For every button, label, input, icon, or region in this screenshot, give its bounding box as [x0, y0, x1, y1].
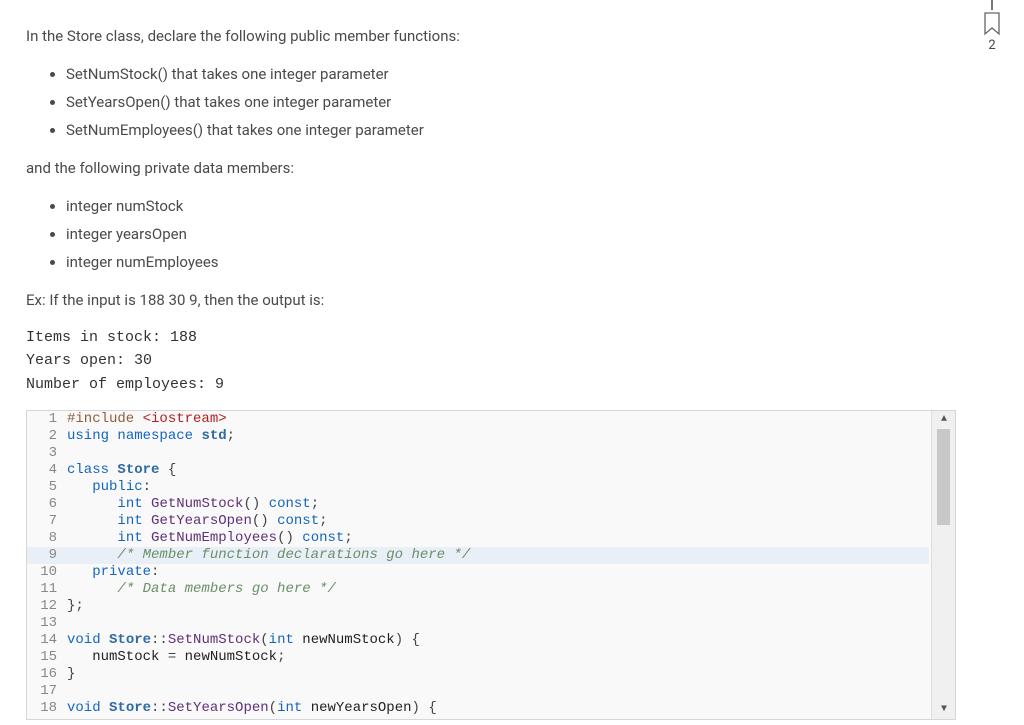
code-line[interactable]: 10 private:	[27, 564, 929, 581]
code-content[interactable]: numStock = newNumStock;	[63, 649, 285, 666]
bookmark-count: 2	[988, 38, 995, 53]
example-lead: Ex: If the input is 188 30 9, then the o…	[26, 288, 958, 312]
example-output: Items in stock: 188 Years open: 30 Numbe…	[26, 326, 958, 396]
line-number: 12	[27, 598, 63, 615]
code-line[interactable]: 7 int GetYearsOpen() const;	[27, 513, 929, 530]
scroll-up-arrow-icon[interactable]: ▲	[932, 411, 956, 429]
line-number: 14	[27, 632, 63, 649]
vertical-scrollbar[interactable]: ▲ ▼	[931, 411, 955, 719]
line-number: 9	[27, 547, 63, 564]
code-content[interactable]: /* Member function declarations go here …	[63, 547, 470, 564]
code-content[interactable]	[63, 683, 67, 700]
line-number: 16	[27, 666, 63, 683]
code-content[interactable]	[63, 445, 67, 462]
line-number: 5	[27, 479, 63, 496]
code-content[interactable]: int GetYearsOpen() const;	[63, 513, 328, 530]
code-line[interactable]: 2using namespace std;	[27, 428, 929, 445]
question-prompt: In the Store class, declare the followin…	[26, 24, 958, 396]
list-item: SetNumStock() that takes one integer par…	[66, 62, 958, 86]
scroll-thumb[interactable]	[937, 429, 950, 525]
bookmark-tick	[991, 0, 993, 10]
code-content[interactable]: private:	[63, 564, 159, 581]
line-number: 3	[27, 445, 63, 462]
list-item: integer numEmployees	[66, 250, 958, 274]
output-line: Items in stock: 188	[26, 326, 958, 349]
code-line[interactable]: 4class Store {	[27, 462, 929, 479]
code-content[interactable]: };	[63, 598, 84, 615]
bookmark-icon[interactable]	[982, 12, 1002, 36]
line-number: 2	[27, 428, 63, 445]
private-members-list: integer numStock integer yearsOpen integ…	[26, 194, 958, 274]
line-number: 11	[27, 581, 63, 598]
line-number: 15	[27, 649, 63, 666]
code-content[interactable]: }	[63, 666, 75, 683]
scroll-down-arrow-icon[interactable]: ▼	[932, 701, 956, 719]
bookmark-widget: 2	[978, 0, 1006, 53]
code-content[interactable]: /* Data members go here */	[63, 581, 336, 598]
code-content[interactable]: using namespace std;	[63, 428, 235, 445]
code-line[interactable]: 16}	[27, 666, 929, 683]
code-content[interactable]: class Store {	[63, 462, 176, 479]
code-line[interactable]: 17	[27, 683, 929, 700]
line-number: 13	[27, 615, 63, 632]
code-content[interactable]: #include <iostream>	[63, 411, 227, 428]
list-item: SetYearsOpen() that takes one integer pa…	[66, 90, 958, 114]
private-intro: and the following private data members:	[26, 156, 958, 180]
line-number: 18	[27, 700, 63, 717]
list-item: integer yearsOpen	[66, 222, 958, 246]
code-line[interactable]: 8 int GetNumEmployees() const;	[27, 530, 929, 547]
line-number: 17	[27, 683, 63, 700]
code-line[interactable]: 13	[27, 615, 929, 632]
code-content[interactable]: void Store::SetNumStock(int newNumStock)…	[63, 632, 420, 649]
output-line: Years open: 30	[26, 349, 958, 372]
code-line[interactable]: 11 /* Data members go here */	[27, 581, 929, 598]
code-line[interactable]: 9 /* Member function declarations go her…	[27, 547, 929, 564]
code-content[interactable]: void Store::SetYearsOpen(int newYearsOpe…	[63, 700, 437, 717]
code-content[interactable]: int GetNumEmployees() const;	[63, 530, 353, 547]
output-line: Number of employees: 9	[26, 373, 958, 396]
code-editor[interactable]: 1#include <iostream>2using namespace std…	[26, 410, 956, 720]
code-content[interactable]: public:	[63, 479, 151, 496]
code-line[interactable]: 3	[27, 445, 929, 462]
list-item: integer numStock	[66, 194, 958, 218]
code-body[interactable]: 1#include <iostream>2using namespace std…	[27, 411, 929, 719]
code-line[interactable]: 12};	[27, 598, 929, 615]
line-number: 6	[27, 496, 63, 513]
code-line[interactable]: 18void Store::SetYearsOpen(int newYearsO…	[27, 700, 929, 717]
line-number: 1	[27, 411, 63, 428]
code-line[interactable]: 6 int GetNumStock() const;	[27, 496, 929, 513]
prompt-intro: In the Store class, declare the followin…	[26, 24, 958, 48]
code-content[interactable]: int GetNumStock() const;	[63, 496, 319, 513]
line-number: 4	[27, 462, 63, 479]
member-functions-list: SetNumStock() that takes one integer par…	[26, 62, 958, 142]
line-number: 10	[27, 564, 63, 581]
code-content[interactable]	[63, 615, 67, 632]
code-line[interactable]: 15 numStock = newNumStock;	[27, 649, 929, 666]
line-number: 7	[27, 513, 63, 530]
line-number: 8	[27, 530, 63, 547]
list-item: SetNumEmployees() that takes one integer…	[66, 118, 958, 142]
code-line[interactable]: 5 public:	[27, 479, 929, 496]
code-line[interactable]: 1#include <iostream>	[27, 411, 929, 428]
code-line[interactable]: 14void Store::SetNumStock(int newNumStoc…	[27, 632, 929, 649]
